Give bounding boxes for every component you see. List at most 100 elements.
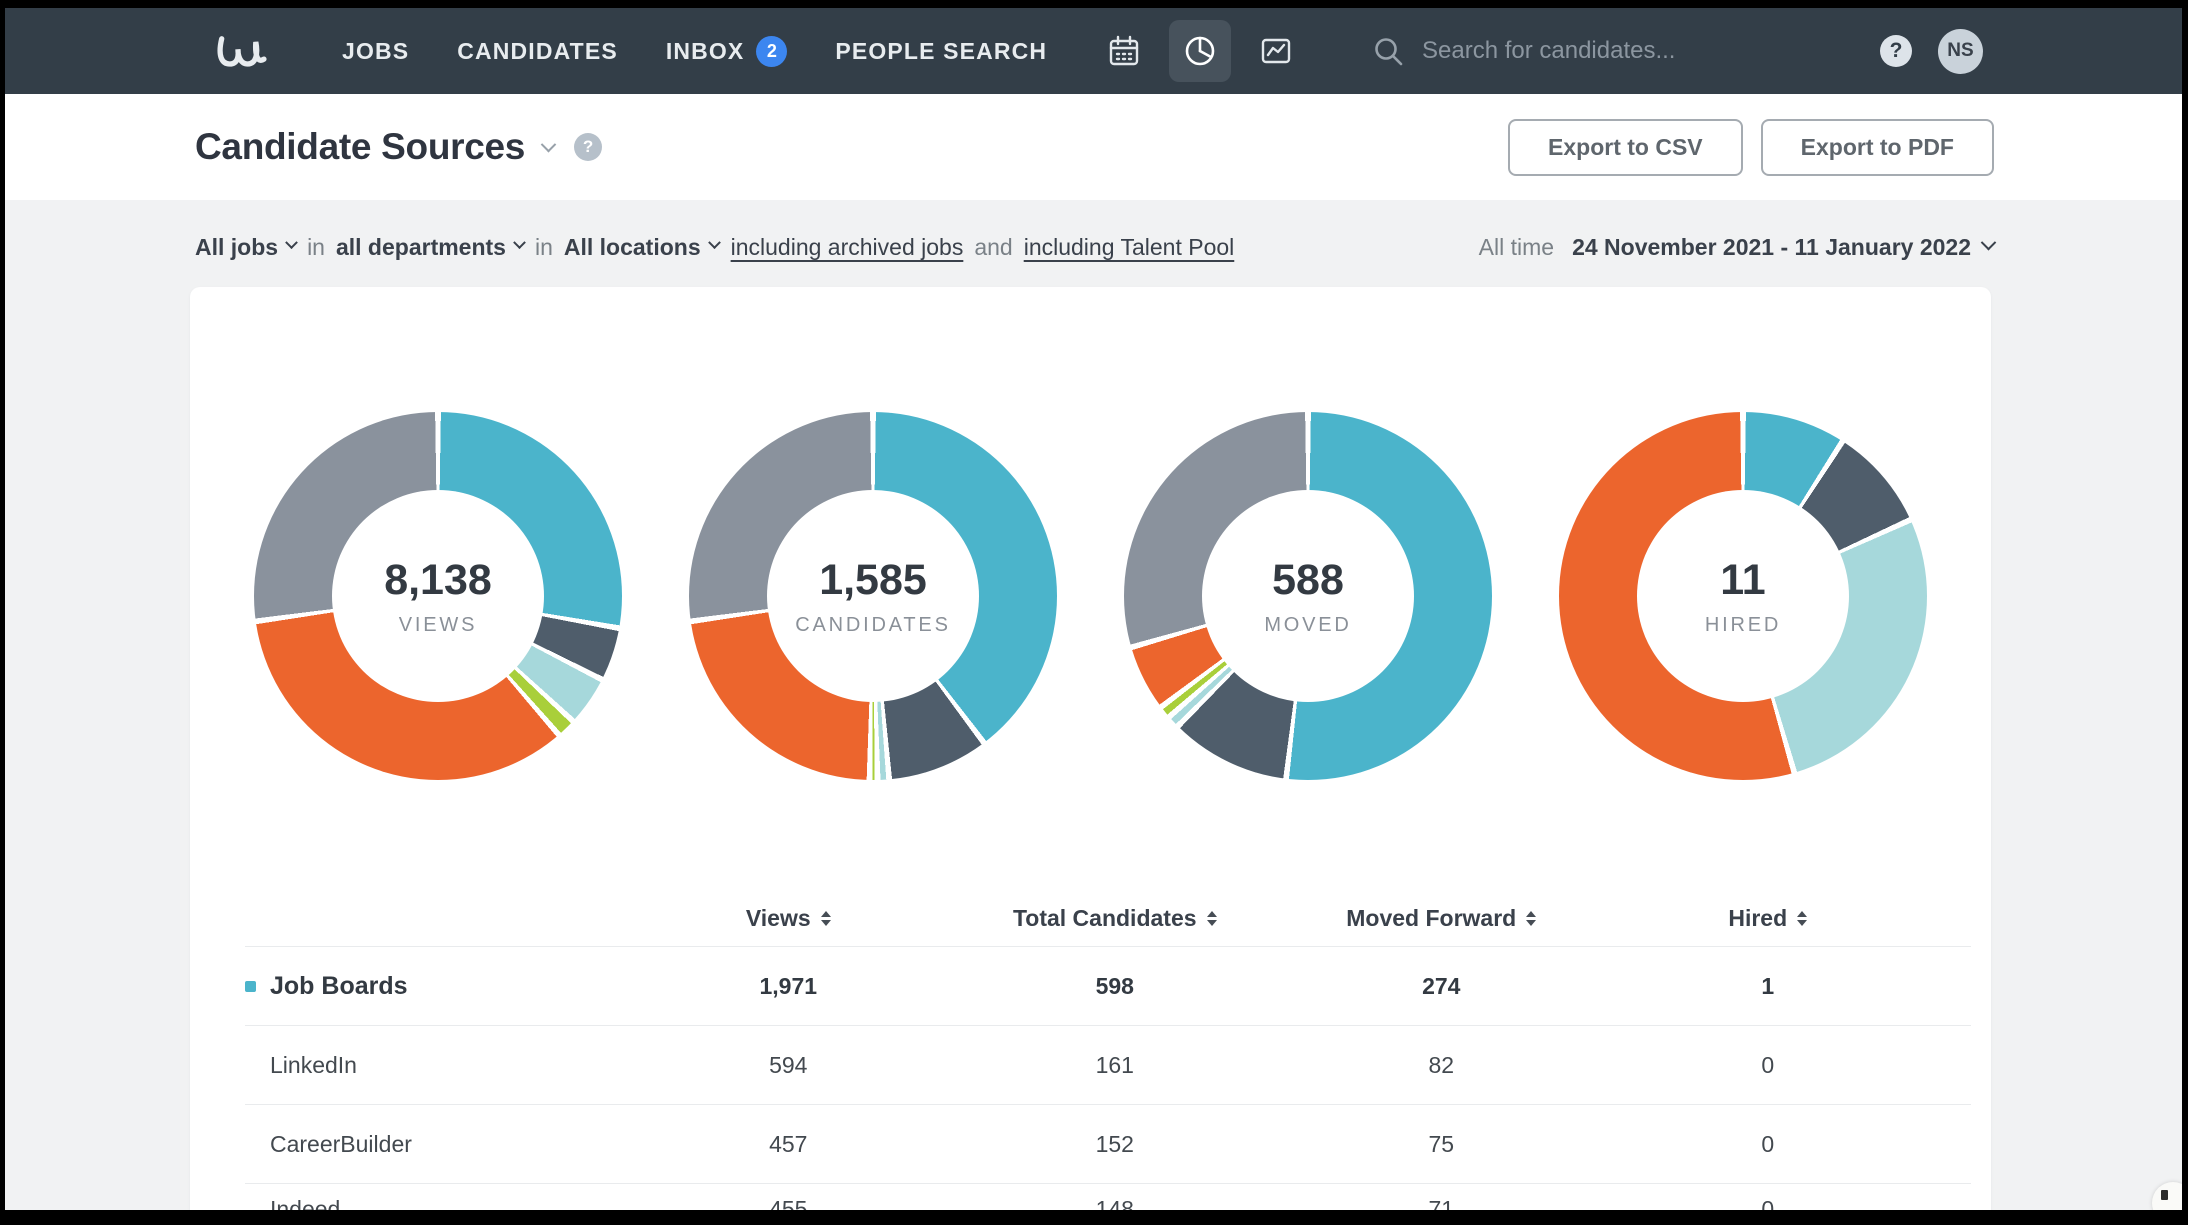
report-chart-icon-glyph (1259, 34, 1293, 68)
pie-chart-icon-glyph (1182, 33, 1218, 69)
nav-item-people-search[interactable]: PEOPLE SEARCH (835, 38, 1047, 65)
candidates-label: CANDIDATES (795, 614, 950, 637)
locations-filter[interactable]: All locations (564, 234, 719, 261)
calendar-icon-glyph (1107, 34, 1141, 68)
logo-path (220, 39, 264, 64)
views-label: VIEWS (399, 614, 477, 637)
nav-item-people-search-label: PEOPLE SEARCH (835, 38, 1047, 65)
nav-item-inbox[interactable]: INBOX 2 (666, 36, 788, 67)
job-boards-moved-forward: 274 (1278, 973, 1605, 1000)
linkedin-total-candidates: 161 (952, 1052, 1279, 1079)
donut-views: 8,138 VIEWS (254, 412, 622, 780)
filter-bar: All jobs in all departments in All locat… (195, 234, 1994, 261)
inbox-badge: 2 (756, 36, 787, 67)
source-name: LinkedIn (270, 1052, 357, 1079)
table-row-clipped: Indeed 455 148 71 0 (190, 1184, 1991, 1210)
nav-item-jobs[interactable]: JOBS (342, 38, 409, 65)
donut-charts-row: 8,138 VIEWS 1,585 CANDIDATES 588 MOVED (190, 287, 1991, 780)
jobs-filter[interactable]: All jobs (195, 234, 296, 261)
source-name: Job Boards (270, 972, 408, 1001)
filter-separator: in (307, 234, 325, 261)
donut-moved: 588 MOVED (1124, 412, 1492, 780)
locations-filter-chevron-icon (708, 236, 721, 249)
careerbuilder-views: 457 (625, 1131, 952, 1158)
moved-forward-header-label: Moved Forward (1346, 905, 1516, 932)
nav-item-inbox-label: INBOX (666, 38, 745, 65)
candidate-sources-card: 8,138 VIEWS 1,585 CANDIDATES 588 MOVED (190, 287, 1991, 1210)
hired-total: 11 (1720, 556, 1765, 605)
title-bar: Candidate Sources ? Export to CSV Export… (5, 94, 2182, 200)
job-boards-total-candidates: 598 (952, 973, 1279, 1000)
source-name: Indeed (270, 1196, 340, 1210)
help-icon-glyph: ? (1890, 39, 1903, 63)
nav-item-jobs-label: JOBS (342, 38, 409, 65)
workable-logo[interactable] (216, 31, 268, 71)
hired-column-header[interactable]: Hired (1605, 905, 1932, 932)
hired-header-label: Hired (1728, 905, 1787, 932)
avatar-initials: NS (1947, 40, 1973, 62)
avatar[interactable]: NS (1938, 29, 1983, 74)
report-chart-icon[interactable] (1245, 20, 1307, 82)
table-header-row: Views Total Candidates Moved Forward Hir… (190, 890, 1991, 946)
candidate-search (1373, 36, 1752, 67)
careerbuilder-hired: 0 (1605, 1131, 1932, 1158)
views-column-header[interactable]: Views (625, 905, 952, 932)
filter-separator: and (974, 234, 1012, 261)
donut-moved-center: 588 MOVED (1202, 490, 1414, 702)
sort-icon[interactable] (821, 911, 831, 926)
pie-chart-icon[interactable] (1169, 20, 1231, 82)
hired-label: HIRED (1705, 614, 1781, 637)
job-boards-views: 1,971 (625, 973, 952, 1000)
table-row-job-boards[interactable]: Job Boards 1,971 598 274 1 (190, 947, 1991, 1025)
clipped-moved-forward: 71 (1278, 1196, 1605, 1210)
careerbuilder-total-candidates: 152 (952, 1131, 1279, 1158)
jobs-filter-chevron-icon (285, 236, 298, 249)
date-range-area: All time 24 November 2021 - 11 January 2… (1479, 234, 1994, 261)
talent-pool-link[interactable]: including Talent Pool (1024, 234, 1235, 261)
nav-items: JOBS CANDIDATES INBOX 2 PEOPLE SEARCH (342, 36, 1047, 67)
donut-hired: 11 HIRED (1559, 412, 1927, 780)
export-buttons: Export to CSV Export to PDF (1508, 119, 1994, 176)
donut-candidates-center: 1,585 CANDIDATES (767, 490, 979, 702)
sort-icon[interactable] (1526, 911, 1536, 926)
date-range-chevron-icon (1981, 235, 1997, 251)
title-help-icon[interactable]: ? (574, 133, 602, 161)
sources-table: Views Total Candidates Moved Forward Hir… (190, 890, 1991, 1210)
archived-jobs-link[interactable]: including archived jobs (731, 234, 964, 261)
moved-total: 588 (1272, 556, 1344, 605)
views-header-label: Views (746, 905, 811, 932)
nav-item-candidates[interactable]: CANDIDATES (457, 38, 618, 65)
period-label: All time (1479, 234, 1554, 261)
date-range-picker[interactable]: 24 November 2021 - 11 January 2022 (1572, 234, 1994, 261)
title-dropdown-chevron-icon[interactable] (541, 136, 557, 152)
page-title: Candidate Sources (195, 126, 525, 168)
departments-filter[interactable]: all departments (336, 234, 524, 261)
total-candidates-header-label: Total Candidates (1013, 905, 1197, 932)
export-pdf-button[interactable]: Export to PDF (1761, 119, 1994, 176)
linkedin-views: 594 (625, 1052, 952, 1079)
help-icon[interactable]: ? (1880, 35, 1912, 67)
departments-filter-label: all departments (336, 234, 506, 261)
source-name: CareerBuilder (270, 1131, 412, 1158)
linkedin-moved-forward: 82 (1278, 1052, 1605, 1079)
top-nav: JOBS CANDIDATES INBOX 2 PEOPLE SEARCH (5, 8, 2182, 94)
table-row-linkedin: LinkedIn 594 161 82 0 (190, 1026, 1991, 1104)
donut-candidates: 1,585 CANDIDATES (689, 412, 1057, 780)
linkedin-hired: 0 (1605, 1052, 1932, 1079)
search-input[interactable] (1422, 37, 1752, 65)
total-candidates-column-header[interactable]: Total Candidates (952, 905, 1279, 932)
sort-icon[interactable] (1797, 911, 1807, 926)
cursor-artifact (2152, 1182, 2182, 1210)
views-total: 8,138 (384, 556, 492, 605)
job-boards-hired: 1 (1605, 973, 1932, 1000)
calendar-icon[interactable] (1093, 20, 1155, 82)
donut-views-center: 8,138 VIEWS (332, 490, 544, 702)
departments-filter-chevron-icon (513, 236, 526, 249)
moved-forward-column-header[interactable]: Moved Forward (1278, 905, 1605, 932)
title-help-glyph: ? (583, 137, 593, 157)
search-icon[interactable] (1373, 36, 1404, 67)
jobs-filter-label: All jobs (195, 234, 278, 261)
sort-icon[interactable] (1207, 911, 1217, 926)
export-csv-button[interactable]: Export to CSV (1508, 119, 1743, 176)
clipped-hired: 0 (1605, 1196, 1932, 1210)
